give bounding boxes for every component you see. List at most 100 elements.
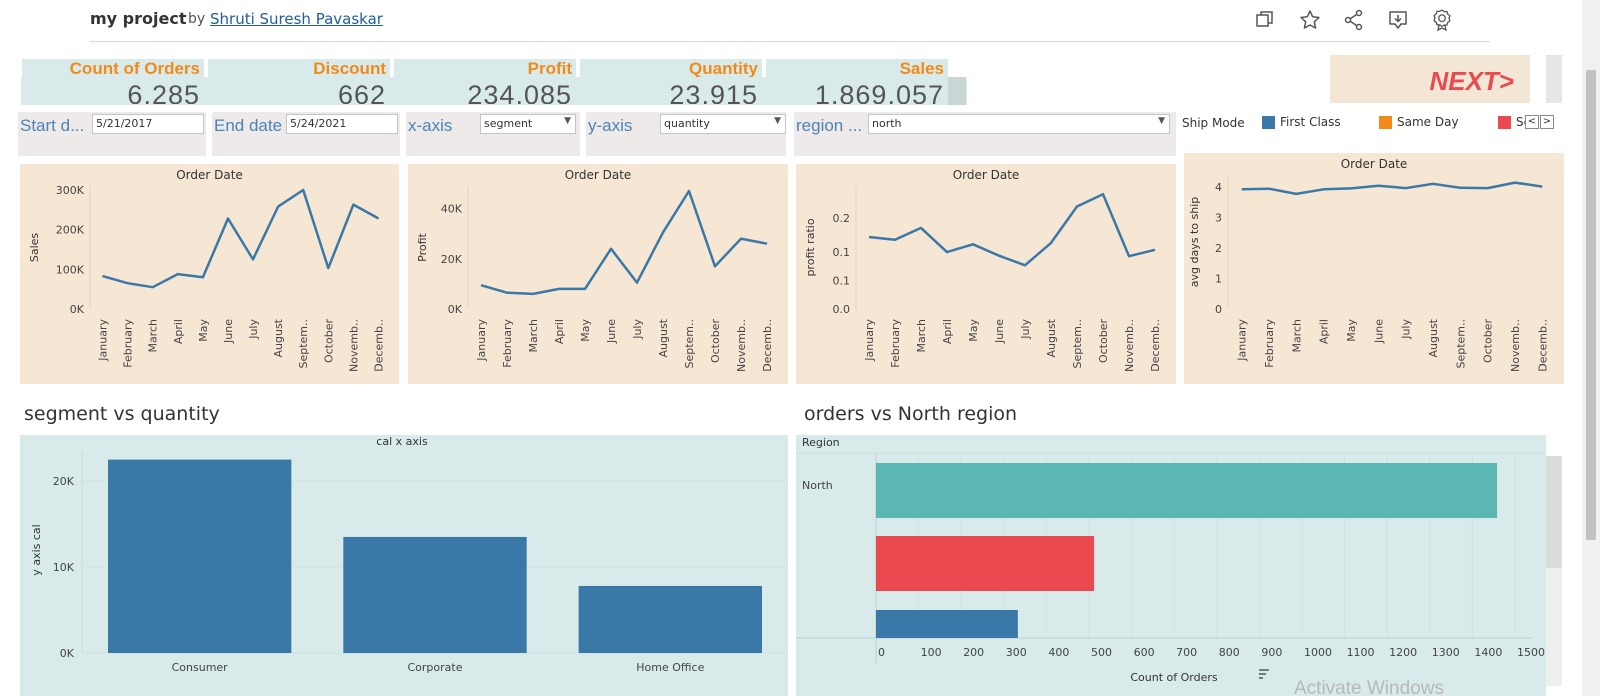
kpi-label: Sales	[899, 59, 944, 78]
y-axis-label: profit ratio	[804, 218, 817, 276]
star-icon[interactable]	[1298, 8, 1322, 32]
y-axis-label: y-axis	[588, 116, 633, 135]
bar-consumer	[108, 459, 292, 653]
x-tick-label: 700	[1176, 646, 1197, 659]
x-tick-label: 1500	[1517, 646, 1545, 659]
x-tick-label: Novemb..	[735, 319, 748, 372]
bar-corporate	[343, 536, 527, 653]
x-tick-label: Novemb..	[347, 319, 360, 372]
x-tick-label: 500	[1091, 646, 1112, 659]
y-tick-label: 0.2	[833, 212, 851, 225]
x-tick-label: April	[1318, 319, 1331, 344]
region-filter: region ... north ▼	[794, 112, 1176, 156]
x-axis-select[interactable]: segment ▼	[480, 114, 576, 134]
share-icon[interactable]	[1342, 8, 1366, 32]
top-toolbar: my project by Shruti Suresh Pavaskar	[90, 0, 1490, 42]
kpi-discount-header: Discount	[208, 59, 390, 78]
x-tick-label: January	[1236, 319, 1249, 362]
x-tick-label: Novemb..	[1123, 319, 1136, 372]
orders-vs-region-title: orders vs North region	[804, 403, 1018, 425]
start-date-filter: Start d... 5/21/2017	[18, 112, 206, 156]
segment-bar-chart: cal x axis 0K 10K 20K y axis cal Consumer Corp…	[20, 435, 788, 696]
badge-icon[interactable]	[1430, 8, 1454, 32]
x-tick-label: March	[1290, 319, 1303, 353]
sort-icon	[1259, 669, 1269, 679]
x-tick-label: 0	[878, 646, 885, 659]
line-chart-svg: 0K 20K 40K Profit January February March April M…	[416, 186, 774, 372]
x-tick-label: June	[1372, 319, 1385, 344]
start-date-label: Start d...	[20, 116, 85, 135]
y-tick-label: 1	[1215, 273, 1222, 286]
series-line	[868, 192, 1156, 267]
legend-prev-button[interactable]: <	[1525, 115, 1539, 129]
x-tick-label: January	[475, 319, 488, 362]
line-chart-svg: 0K 100K 200K 300K Sales January February March A…	[28, 184, 385, 372]
kpi-discount-value: 662	[208, 78, 390, 104]
author-link[interactable]: Shruti Suresh Pavaskar	[210, 10, 383, 28]
x-tick-label: 800	[1219, 646, 1240, 659]
x-tick-label: July	[1400, 319, 1413, 340]
x-tick-label: February	[889, 319, 902, 368]
next-button[interactable]: NEXT>	[1330, 55, 1530, 103]
by-label: by	[188, 11, 206, 27]
y-tick-label: 0.1	[833, 274, 851, 287]
legend-next-button[interactable]: >	[1540, 115, 1554, 129]
x-tick-label: Novemb..	[1509, 319, 1522, 372]
chart-scrollbar-thumb[interactable]	[1546, 456, 1562, 568]
x-tick-label: 1100	[1347, 646, 1375, 659]
y-tick-label: 0K	[70, 303, 85, 316]
kpi-value: 6,285	[127, 80, 200, 104]
x-tick-label: Septem..	[1071, 319, 1084, 369]
kpi-count-of-orders-header: Count of Orders	[22, 59, 204, 78]
x-tick-label: 100	[921, 646, 942, 659]
kpi-label: Quantity	[689, 59, 758, 78]
kpi-sales-value: 1,869,057	[766, 78, 948, 104]
y-tick-label: 200K	[56, 224, 85, 237]
y-axis-label: Sales	[28, 233, 41, 263]
profit-ratio-line-chart: Order Date 0.0 0.1 0.1 0.2 profit ratio Janua…	[796, 164, 1176, 384]
page-scrollbar-thumb[interactable]	[1586, 70, 1596, 540]
y-tick-label: 10K	[53, 561, 75, 574]
start-date-input[interactable]: 5/21/2017	[92, 114, 204, 134]
y-axis-select[interactable]: quantity ▼	[660, 114, 786, 134]
x-tick-label: 1000	[1304, 646, 1332, 659]
kpi-quantity-value: 23,915	[580, 78, 762, 104]
x-tick-label: 600	[1134, 646, 1155, 659]
x-tick-label: April	[941, 319, 954, 344]
x-tick-label: July	[1019, 319, 1032, 340]
x-tick-label: Septem..	[297, 319, 310, 369]
row-header: Region	[802, 436, 840, 449]
y-tick-label: 0K	[448, 303, 463, 316]
region-select[interactable]: north ▼	[868, 114, 1170, 134]
kpi-value: 662	[337, 80, 386, 104]
end-date-filter: End date 5/24/2021	[212, 112, 400, 156]
kpi-value: 234,085	[467, 80, 572, 104]
x-axis-label: x-axis	[408, 116, 453, 135]
segment-vs-quantity-title: segment vs quantity	[24, 403, 220, 425]
x-tick-label: March	[915, 319, 928, 353]
x-tick-label: April	[172, 319, 185, 344]
kpi-value: 1,869,057	[814, 80, 944, 104]
x-tick-label: July	[631, 319, 644, 340]
kpi-sales-header: Sales	[766, 59, 948, 78]
x-tick-label: March	[147, 319, 160, 353]
x-tick-label: 1200	[1389, 646, 1417, 659]
y-tick-label: 4	[1215, 181, 1222, 194]
kpi-value: 23,915	[669, 80, 758, 104]
x-tick-label: March	[527, 319, 540, 353]
row-label: North	[802, 479, 833, 492]
x-tick-label: February	[501, 319, 514, 368]
x-tick-label: May	[967, 319, 980, 342]
x-tick-label: 1400	[1474, 646, 1502, 659]
copy-icon[interactable]	[1253, 8, 1277, 32]
next-scrollbar[interactable]	[1546, 55, 1562, 103]
x-tick-label: August	[1045, 318, 1058, 357]
x-tick-label: 900	[1261, 646, 1282, 659]
download-icon[interactable]	[1386, 8, 1410, 32]
x-tick-label: July	[247, 319, 260, 340]
kpi-profit-header: Profit	[394, 59, 576, 78]
line-chart-svg: 0.0 0.1 0.1 0.2 profit ratio January February M…	[804, 186, 1162, 372]
kpi-label: Profit	[527, 59, 572, 78]
end-date-input[interactable]: 5/24/2021	[286, 114, 398, 134]
x-tick-label: January	[863, 319, 876, 362]
